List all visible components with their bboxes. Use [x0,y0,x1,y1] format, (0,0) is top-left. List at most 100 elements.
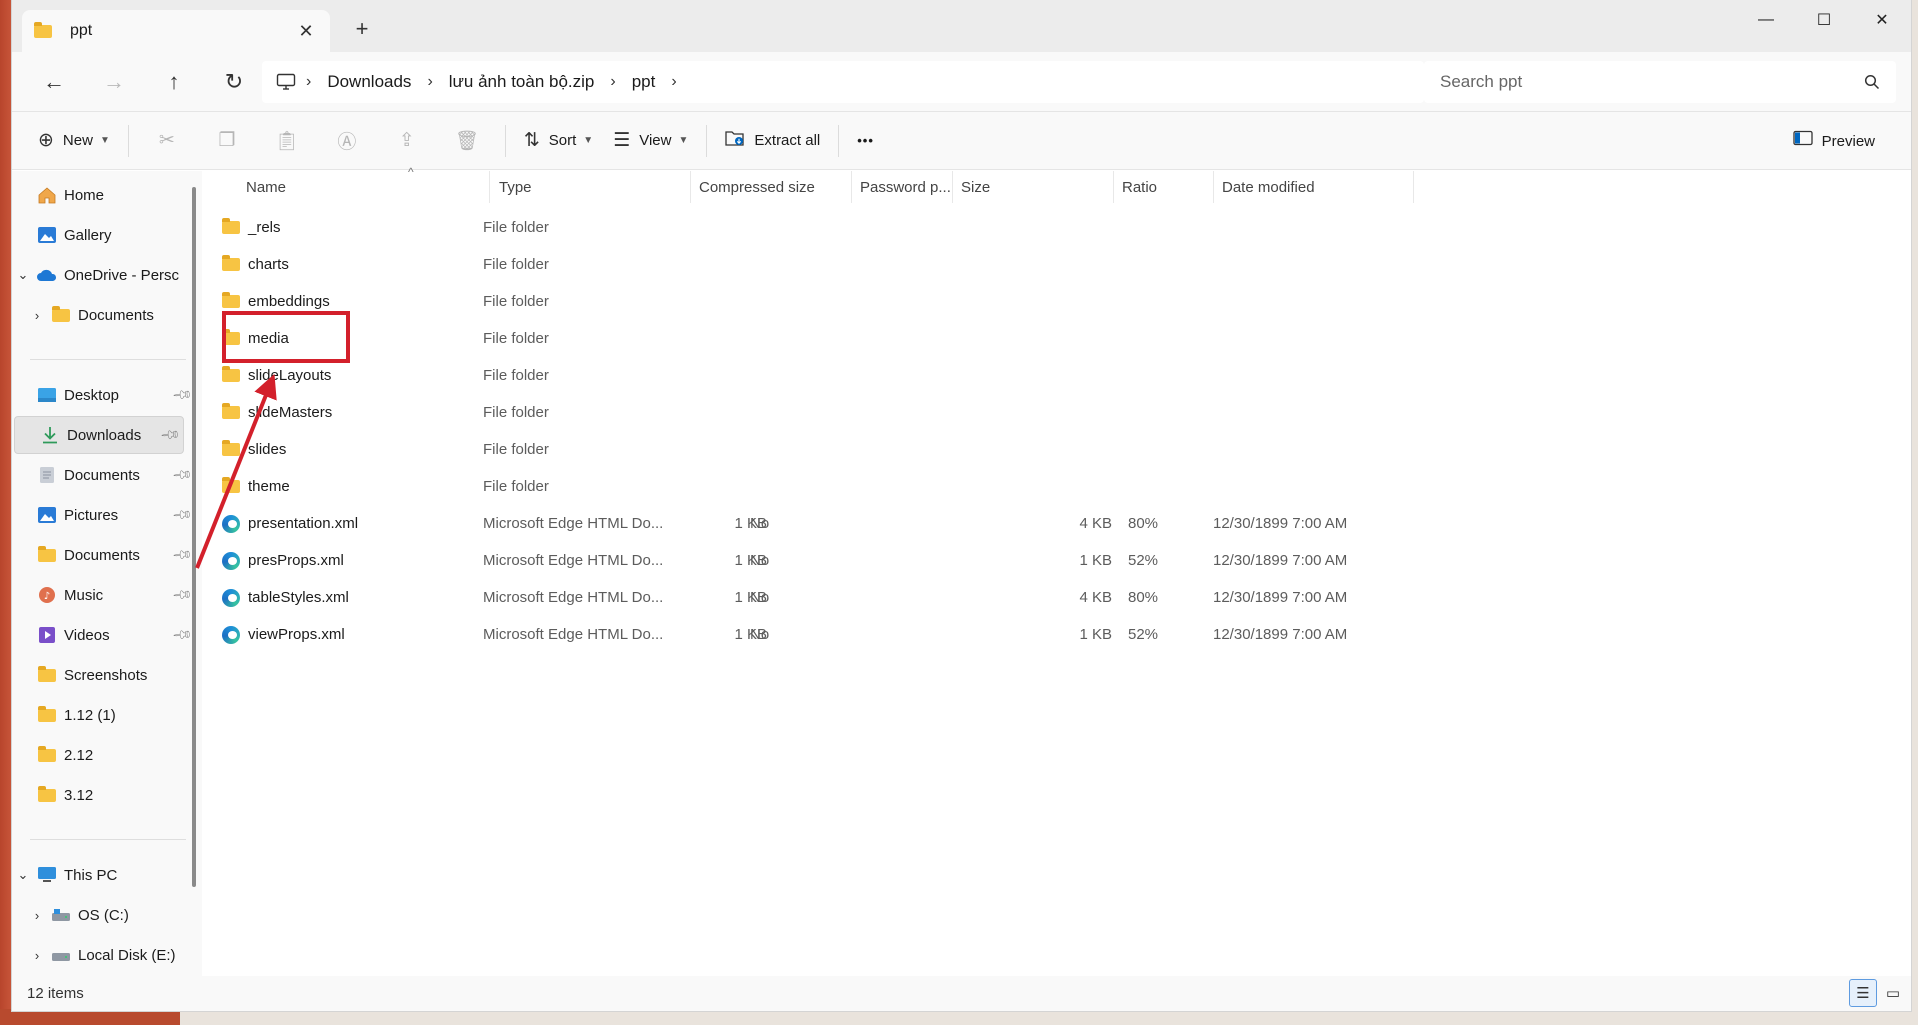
rename-button[interactable]: Ⓐ [317,121,377,161]
chevron-right-icon[interactable]: › [26,948,48,963]
copy-button[interactable]: ❐ [197,121,257,161]
file-row-theme[interactable]: theme File folder [222,468,1622,505]
breadcrumb-downloads[interactable]: Downloads [327,72,411,92]
file-row-presentation-xml[interactable]: presentation.xml Microsoft Edge HTML Do..… [222,505,1622,542]
file-row-tablestyles-xml[interactable]: tableStyles.xml Microsoft Edge HTML Do...… [222,579,1622,616]
back-button[interactable]: ← [38,66,70,98]
chevron-down-icon[interactable]: ⌄ [12,867,34,883]
file-ratio-text: 52% [1128,626,1159,643]
preview-button[interactable]: Preview [1783,121,1885,161]
close-window-button[interactable]: ✕ [1853,0,1911,40]
column-header-size[interactable]: Size [953,171,1114,203]
search-input[interactable] [1440,72,1864,92]
delete-button[interactable]: 🗑︎ [437,121,497,161]
share-button[interactable]: ⇪ [377,121,437,161]
refresh-button[interactable]: ↻ [218,66,250,98]
chevron-right-icon[interactable]: › [26,308,48,323]
sidebar-item-downloads[interactable]: Downloads 📌︎ [14,416,184,454]
column-header-ratio[interactable]: Ratio [1114,171,1214,203]
file-type-text: File folder [483,478,549,495]
file-row-presprops-xml[interactable]: presProps.xml Microsoft Edge HTML Do... 1 … [222,542,1622,579]
new-tab-button[interactable]: + [348,16,376,42]
view-button[interactable]: ☰ View ▼ [603,121,698,161]
chevron-down-icon: ▼ [678,135,689,146]
file-row-viewprops-xml[interactable]: viewProps.xml Microsoft Edge HTML Do... 1 … [222,616,1622,653]
pin-icon[interactable]: 📌︎ [171,544,194,567]
file-type-text: Microsoft Edge HTML Do... [483,626,664,643]
sidebar-item-documents[interactable]: Documents 📌︎ [12,456,195,494]
sidebar-item-home[interactable]: Home [12,176,195,214]
extract-all-button[interactable]: Extract all [715,121,830,161]
sidebar-item-pictures[interactable]: Pictures 📌︎ [12,496,195,534]
file-row-slidelayouts[interactable]: slideLayouts File folder [222,357,1622,394]
column-header-type[interactable]: Type [491,171,691,203]
sidebar-item-desktop[interactable]: Desktop 📌︎ [12,376,195,414]
sidebar-item-documents-folder[interactable]: Documents 📌︎ [12,536,195,574]
column-header-date-modified[interactable]: Date modified [1214,171,1414,203]
details-view-button[interactable]: ☰ [1849,979,1877,1007]
column-header-compressed-size[interactable]: Compressed size [691,171,852,203]
sidebar-item-screenshots[interactable]: Screenshots [12,656,195,694]
file-type: Microsoft Edge HTML Do... [483,579,683,616]
preview-label: Preview [1821,132,1875,150]
column-header-name[interactable]: Name ^ [238,165,490,203]
file-type: File folder [483,209,683,246]
file-row-rels[interactable]: _rels File folder [222,209,1622,246]
sidebar-item-2-12[interactable]: 2.12 [12,736,195,774]
file-password-text: No [750,552,770,569]
sidebar-item-onedrive[interactable]: ⌄ OneDrive - Persc [12,256,195,294]
chevron-down-icon[interactable]: ⌄ [12,267,34,283]
sort-button[interactable]: ⇅ Sort ▼ [514,121,603,161]
paste-button[interactable]: 📋︎ [257,121,317,161]
forward-button[interactable]: → [98,66,130,98]
sidebar-item-os-c[interactable]: › OS (C:) [12,896,195,934]
cut-button[interactable]: ✂ [137,121,197,161]
sidebar-item-3-12[interactable]: 3.12 [12,776,195,814]
chevron-right-icon[interactable]: › [306,73,311,91]
pin-icon[interactable]: 📌︎ [171,624,194,647]
chevron-right-icon[interactable]: › [671,73,676,91]
tab-ppt[interactable]: ppt ✕ [22,10,330,52]
breadcrumb-ppt[interactable]: ppt [632,72,656,92]
sidebar-item-music[interactable]: ♪ Music 📌︎ [12,576,195,614]
sidebar-item-this-pc[interactable]: ⌄ This PC [12,856,195,894]
sidebar-item-local-disk-e[interactable]: › Local Disk (E:) [12,936,195,974]
sidebar-item-1-12-1[interactable]: 1.12 (1) [12,696,195,734]
sidebar-item-onedrive-documents[interactable]: › Documents [12,296,195,334]
chevron-right-icon[interactable]: › [427,73,432,91]
new-button[interactable]: ⊕ New ▼ [28,121,120,161]
sidebar-scrollbar[interactable] [192,187,196,887]
file-row-media[interactable]: media File folder [222,320,1622,357]
file-row-slidemasters[interactable]: slideMasters File folder [222,394,1622,431]
pin-icon[interactable]: 📌︎ [171,584,194,607]
column-header-password[interactable]: Password p... [852,171,953,203]
chevron-right-icon[interactable]: › [610,73,615,91]
file-row-slides[interactable]: slides File folder [222,431,1622,468]
minimize-button[interactable]: — [1737,0,1795,40]
address-bar[interactable]: › Downloads › lưu ảnh toàn bộ.zip › ppt … [262,61,1424,103]
sidebar-item-label: Music [64,586,104,604]
computer-icon[interactable] [276,73,296,91]
pin-icon[interactable]: 📌︎ [159,424,182,447]
breadcrumb-zip[interactable]: lưu ảnh toàn bộ.zip [449,72,595,92]
file-row-embeddings[interactable]: embeddings File folder [222,283,1622,320]
search-box[interactable] [1424,61,1896,103]
close-tab-icon[interactable]: ✕ [294,21,318,42]
tiles-view-icon: ▭ [1885,985,1901,1002]
up-button[interactable]: ↑ [158,66,190,98]
pin-icon[interactable]: 📌︎ [171,504,194,527]
pin-icon[interactable]: 📌︎ [171,384,194,407]
sidebar-item-videos[interactable]: Videos 📌︎ [12,616,195,654]
more-options-button[interactable]: ••• [847,121,884,161]
search-icon[interactable] [1864,74,1880,90]
file-row-charts[interactable]: charts File folder [222,246,1622,283]
pin-icon[interactable]: 📌︎ [171,464,194,487]
file-explorer-window: ppt ✕ + — ☐ ✕ ← → ↑ ↻ › Downloads › lưu … [11,0,1912,1012]
tiles-view-button[interactable]: ▭ [1879,979,1907,1007]
sidebar-item-gallery[interactable]: Gallery [12,216,195,254]
file-name: slides [222,431,482,468]
maximize-button[interactable]: ☐ [1795,0,1853,40]
file-size: 4 KB [842,505,1112,542]
column-label: Date modified [1222,178,1315,196]
chevron-right-icon[interactable]: › [26,908,48,923]
